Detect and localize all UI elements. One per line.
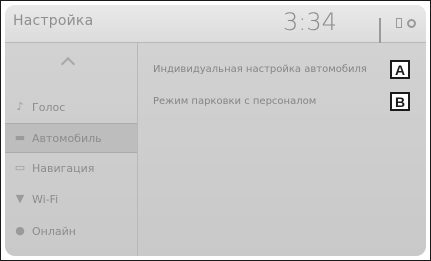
wifi-icon: ▼ (15, 192, 25, 205)
signal-icon (379, 18, 391, 43)
car-icon: ▬ (14, 131, 26, 144)
battery-icon (396, 18, 402, 28)
settings-icon (407, 19, 416, 28)
clock: 3:34 (283, 8, 337, 36)
header-bar: Настройка 3:34 (5, 5, 426, 43)
page-title: Настройка (13, 13, 94, 29)
voice-icon: ♪ (16, 100, 24, 113)
display-screen: Настройка 3:34 ♪ Голос ▬ Автомобиль ▭ На… (5, 5, 426, 256)
scroll-up-icon[interactable] (60, 56, 76, 72)
sidebar: ♪ Голос ▬ Автомобиль ▭ Навигация ▼ Wi-Fi… (5, 43, 138, 256)
sidebar-item-voice[interactable]: ♪ Голос (5, 93, 137, 121)
option-valet-mode[interactable]: Режим парковки с персоналом (153, 96, 316, 107)
sidebar-item-label: Онлайн (32, 224, 76, 238)
sidebar-item-wifi[interactable]: ▼ Wi-Fi (5, 185, 137, 213)
option-custom-vehicle-settings[interactable]: Индивидуальная настройка автомобиля (153, 64, 367, 75)
sidebar-item-navigation[interactable]: ▭ Навигация (5, 154, 137, 182)
sidebar-item-online[interactable]: ● Онлайн (5, 217, 137, 245)
callout-badge-a: A (390, 60, 410, 79)
sidebar-item-label: Голос (32, 100, 66, 114)
callout-badge-b: B (390, 92, 410, 111)
navigation-icon: ▭ (14, 161, 26, 174)
status-icons (379, 18, 416, 43)
figure-frame: Настройка 3:34 ♪ Голос ▬ Автомобиль ▭ На… (0, 0, 431, 261)
sidebar-item-label: Навигация (32, 161, 95, 175)
sidebar-item-label: Wi-Fi (32, 192, 59, 206)
sidebar-item-car[interactable]: ▬ Автомобиль (5, 123, 137, 153)
sidebar-item-label: Автомобиль (32, 131, 102, 145)
online-icon: ● (15, 224, 25, 237)
